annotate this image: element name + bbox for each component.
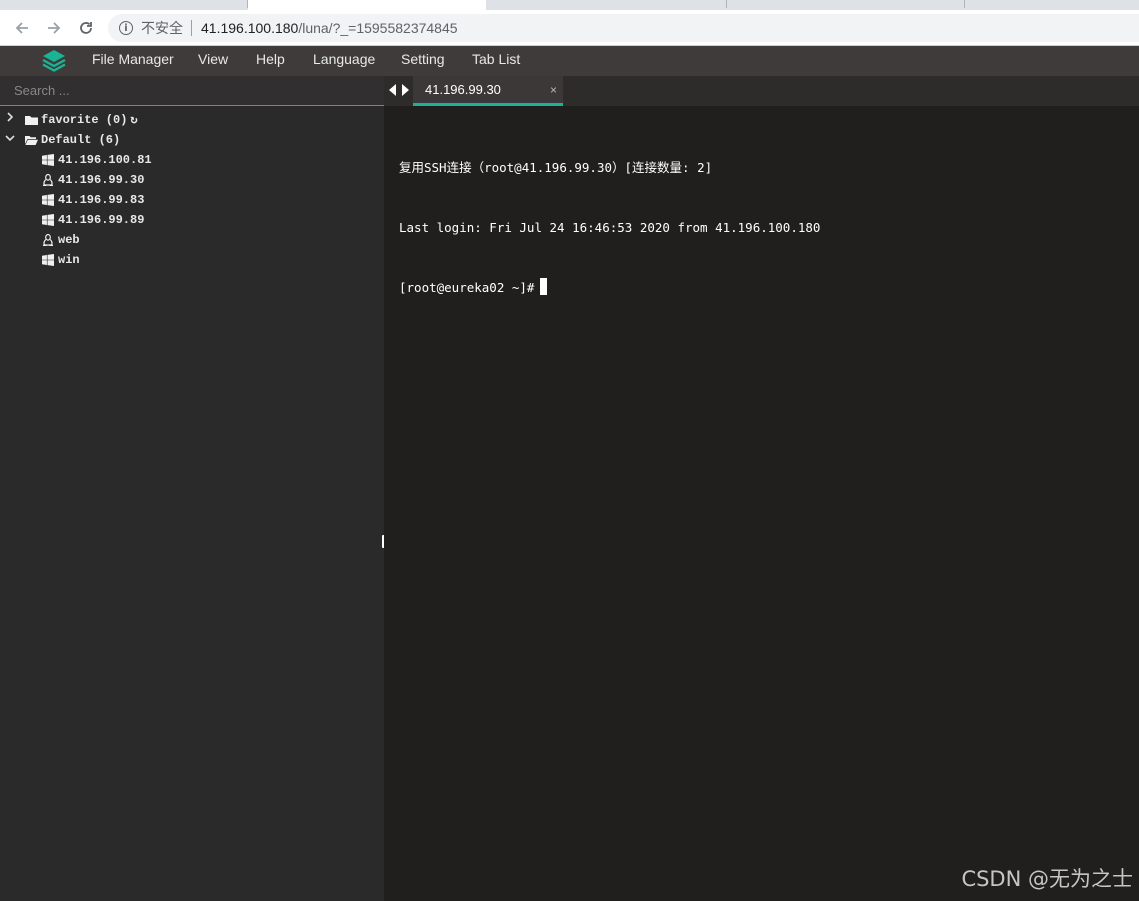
tree-host-item[interactable]: win [0,250,384,270]
back-button[interactable] [10,16,34,40]
host-label: 41.196.99.83 [58,193,145,207]
close-icon[interactable]: × [550,83,557,97]
tree-host-item[interactable]: 41.196.99.30 [0,170,384,190]
browser-active-tab[interactable] [248,0,486,10]
tree-group-favorite[interactable]: favorite (0) ↻ [0,110,384,130]
browser-tabstrip [0,0,1139,10]
caret-right-icon[interactable] [400,84,410,98]
jumpserver-logo-icon[interactable] [40,47,68,75]
chevron-down-icon[interactable] [5,130,15,150]
menu-language[interactable]: Language [313,46,375,76]
terminal-cursor [540,278,548,295]
terminal-panel: 41.196.99.30 × 复用SSH连接（root@41.196.99.30… [384,76,1139,901]
menu-view[interactable]: View [198,46,228,76]
tree-group-label: favorite (0) ↻ [41,113,138,127]
terminal-tab-active[interactable]: 41.196.99.30 × [413,76,563,106]
address-bar[interactable]: i 不安全 41.196.100.180/luna/?_=15955823748… [108,14,1139,42]
browser-toolbar: i 不安全 41.196.100.180/luna/?_=15955823748… [0,10,1139,46]
asset-sidebar: favorite (0)↻ Default (6) 41.196.100.81 [0,76,384,901]
tree-host-item[interactable]: 41.196.99.83 [0,190,384,210]
forward-button[interactable] [42,16,66,40]
windows-icon [42,194,54,206]
search-input[interactable] [0,76,384,105]
terminal-output[interactable]: 复用SSH连接（root@41.196.99.30）[连接数量: 2] Last… [399,118,1129,338]
windows-icon [42,214,54,226]
menu-tab-list[interactable]: Tab List [472,46,520,76]
asset-tree: favorite (0)↻ Default (6) 41.196.100.81 [0,110,384,270]
host-label: 41.196.99.30 [58,173,145,187]
search-box [0,76,384,106]
terminal-line: Last login: Fri Jul 24 16:46:53 2020 fro… [399,220,821,235]
host-label: 41.196.99.89 [58,213,145,227]
linux-icon [43,234,53,246]
tree-host-item[interactable]: 41.196.100.81 [0,150,384,170]
refresh-icon[interactable]: ↻ [130,113,137,127]
arrow-left-icon [15,22,28,34]
security-label: 不安全 [141,20,183,36]
linux-icon [43,174,53,186]
menu-help[interactable]: Help [256,46,285,76]
terminal-tabbar: 41.196.99.30 × [384,76,1139,106]
host-label: 41.196.100.81 [58,153,152,167]
terminal-prompt-line: [root@eureka02 ~]# [399,278,1129,298]
reload-button[interactable] [74,16,98,40]
menu-setting[interactable]: Setting [401,46,445,76]
host-label: win [58,253,80,267]
info-icon[interactable]: i [119,21,133,35]
folder-icon [25,116,38,125]
windows-icon [42,154,54,166]
tree-group-label: Default (6) [41,133,121,147]
folder-open-icon [25,136,38,145]
watermark: CSDN @无为之士 [961,867,1133,891]
terminal-prompt: [root@eureka02 ~]# [399,280,535,295]
reload-icon [80,22,92,34]
omnibox-divider [191,20,192,36]
caret-left-icon[interactable] [388,84,398,98]
tab-separator [726,0,727,8]
tab-separator [964,0,965,8]
windows-icon [42,254,54,266]
tree-group-default[interactable]: Default (6) [0,130,384,150]
url-host: 41.196.100.180 [201,20,299,36]
tree-host-item[interactable]: web [0,230,384,250]
chevron-right-icon[interactable] [5,110,15,130]
terminal-tab-label: 41.196.99.30 [425,82,501,97]
tree-host-item[interactable]: 41.196.99.89 [0,210,384,230]
menu-file-manager[interactable]: File Manager [92,46,174,76]
url-path: /luna/?_=1595582374845 [298,20,458,36]
terminal-line: 复用SSH连接（root@41.196.99.30）[连接数量: 2] [399,160,713,175]
url-text[interactable]: 41.196.100.180/luna/?_=1595582374845 [201,20,458,36]
arrow-right-icon [48,22,61,34]
app-menubar: File Manager View Help Language Setting … [0,46,1139,76]
host-label: web [58,233,80,247]
